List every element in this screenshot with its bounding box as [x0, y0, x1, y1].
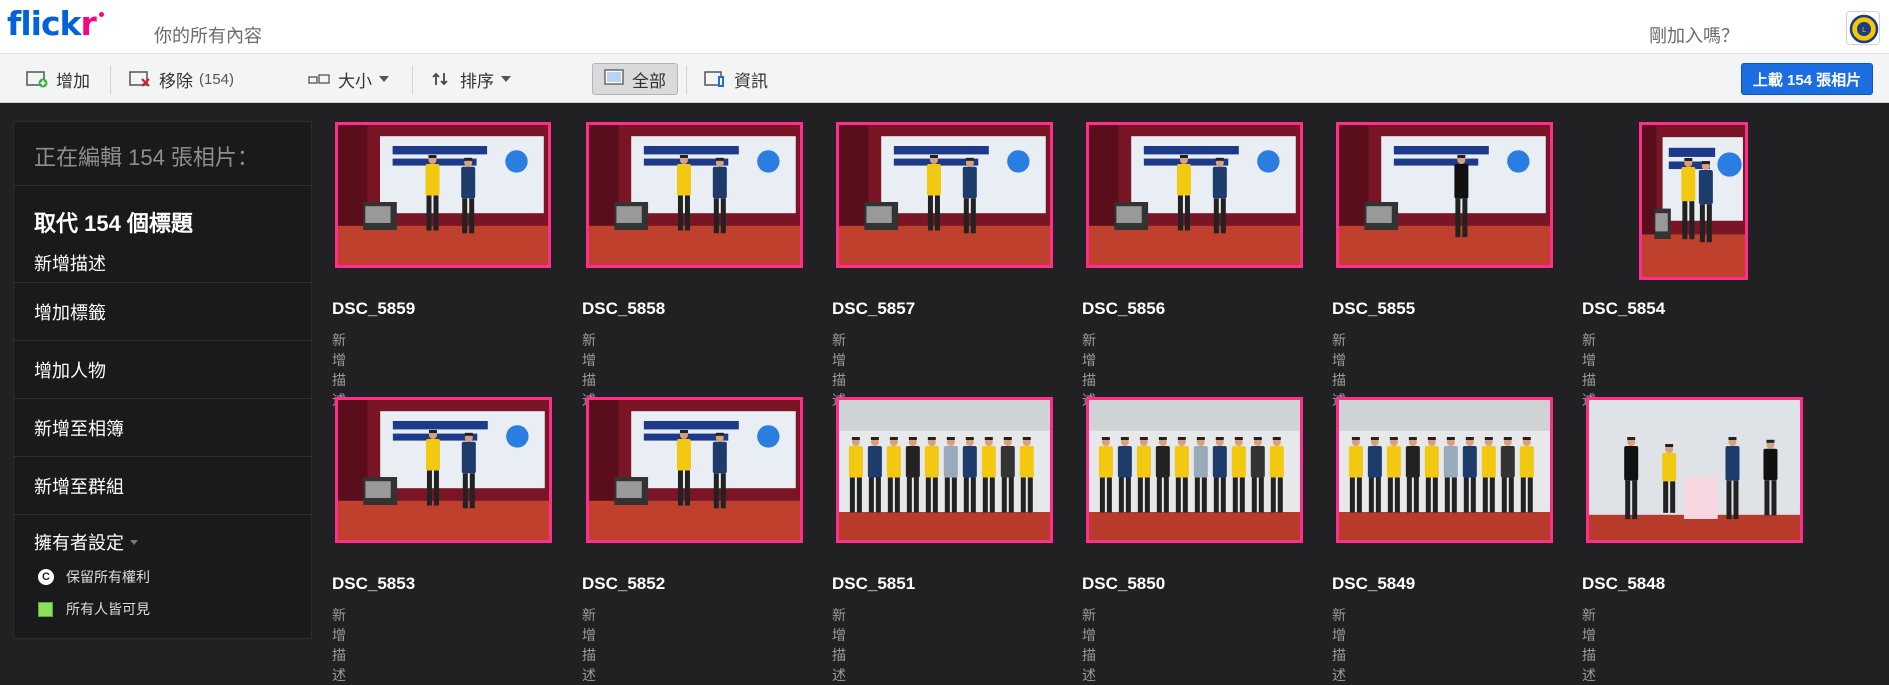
replace-title-field[interactable]: 取代 154 個標題: [34, 206, 311, 238]
photo-title[interactable]: DSC_5851: [832, 574, 915, 594]
photo-thumbnail[interactable]: [1586, 397, 1803, 543]
add-button[interactable]: 增加: [26, 64, 90, 94]
add-to-album-label: 新增至相簿: [34, 418, 124, 439]
visibility-label: 所有人皆可見: [66, 601, 150, 617]
photo-title[interactable]: DSC_5857: [832, 299, 915, 319]
photo-thumbnail[interactable]: [586, 397, 803, 543]
title-block: 取代 154 個標題 新增描述: [14, 186, 311, 283]
photo-thumbnail[interactable]: [836, 397, 1053, 543]
add-people-label: 增加人物: [34, 360, 106, 381]
copyright-icon: C: [38, 569, 54, 585]
select-all-button[interactable]: 全部: [592, 63, 678, 95]
editing-heading: 正在編輯 154 張相片：: [14, 122, 311, 186]
owner-settings-toggle[interactable]: 擁有者設定: [34, 529, 311, 555]
sort-icon: [430, 70, 452, 88]
add-tags-item[interactable]: 增加標籤: [14, 283, 311, 341]
add-tags-label: 增加標籤: [34, 302, 106, 323]
select-all-label: 全部: [632, 71, 666, 91]
photo-thumbnail[interactable]: [1086, 122, 1303, 268]
info-button[interactable]: 資訊: [704, 64, 768, 94]
add-label: 增加: [56, 71, 90, 91]
lions-club-avatar-icon: L: [1849, 14, 1879, 44]
sort-dropdown[interactable]: 排序: [430, 64, 511, 94]
add-to-group-item[interactable]: 新增至群組: [14, 457, 311, 515]
photo-thumbnail[interactable]: [836, 122, 1053, 268]
copyright-option[interactable]: C 保留所有權利: [38, 567, 311, 587]
remove-label: 移除: [159, 71, 193, 91]
add-to-album-item[interactable]: 新增至相簿: [14, 399, 311, 457]
toolbar-divider: [412, 66, 413, 94]
select-all-icon: [604, 68, 624, 90]
chevron-down-icon: [379, 76, 389, 82]
size-label: 大小: [338, 71, 372, 91]
upload-button[interactable]: 上載 154 張相片: [1741, 63, 1873, 95]
photo-title[interactable]: DSC_5858: [582, 299, 665, 319]
photo-title[interactable]: DSC_5848: [1582, 574, 1665, 594]
photo-title[interactable]: DSC_5856: [1082, 299, 1165, 319]
photo-description[interactable]: 新增描述: [332, 605, 346, 685]
remove-button[interactable]: 移除 (154): [129, 64, 234, 94]
chevron-down-icon: [501, 76, 511, 82]
photo-thumbnail[interactable]: [335, 122, 551, 268]
photo-description[interactable]: 新增描述: [582, 605, 596, 685]
add-people-item[interactable]: 增加人物: [14, 341, 311, 399]
flickr-logo[interactable]: flickr: [7, 4, 104, 43]
photo-thumbnail[interactable]: [586, 122, 803, 268]
photo-description[interactable]: 新增描述: [1082, 605, 1096, 685]
photo-description[interactable]: 新增描述: [1332, 605, 1346, 685]
photo-thumbnail[interactable]: [1639, 122, 1748, 280]
page-title[interactable]: 你的所有內容: [154, 22, 262, 48]
public-visibility-icon: [38, 601, 53, 617]
add-description-field[interactable]: 新增描述: [34, 250, 311, 276]
avatar[interactable]: L: [1846, 11, 1880, 45]
toolbar-divider: [686, 66, 687, 94]
photo-description[interactable]: 新增描述: [1582, 605, 1596, 685]
toolbar: 增加 移除 (154) 大小 排序 全部 資訊 上載 154 張相片: [0, 53, 1889, 103]
top-header: flickr 你的所有內容 剛加入嗎？ L: [0, 0, 1889, 53]
copyright-label: 保留所有權利: [66, 569, 150, 585]
info-label: 資訊: [734, 71, 768, 91]
chevron-down-icon: [130, 539, 138, 545]
photo-title[interactable]: DSC_5859: [332, 299, 415, 319]
size-dropdown[interactable]: 大小: [308, 64, 389, 94]
photo-description[interactable]: 新增描述: [832, 605, 846, 685]
svg-text:L: L: [1862, 26, 1866, 34]
visibility-option[interactable]: 所有人皆可見: [38, 599, 311, 619]
photo-thumbnail[interactable]: [1336, 122, 1553, 268]
add-to-group-label: 新增至群組: [34, 476, 124, 497]
photo-title[interactable]: DSC_5854: [1582, 299, 1665, 319]
info-icon: [704, 70, 726, 88]
remove-photo-icon: [129, 70, 151, 88]
just-joined-link[interactable]: 剛加入嗎？: [1649, 22, 1739, 48]
sort-label: 排序: [460, 71, 494, 91]
add-photo-icon: [26, 70, 48, 88]
remove-count: (154): [199, 70, 235, 88]
photo-title[interactable]: DSC_5855: [1332, 299, 1415, 319]
edit-sidebar: 正在編輯 154 張相片： 取代 154 個標題 新增描述 增加標籤 增加人物 …: [13, 121, 312, 639]
size-icon: [308, 70, 330, 88]
photo-title[interactable]: DSC_5850: [1082, 574, 1165, 594]
photo-thumbnail[interactable]: [335, 397, 552, 543]
toolbar-divider: [110, 66, 111, 94]
owner-settings: 擁有者設定 C 保留所有權利 所有人皆可見: [14, 515, 311, 619]
photo-title[interactable]: DSC_5849: [1332, 574, 1415, 594]
photo-title[interactable]: DSC_5853: [332, 574, 415, 594]
photo-title[interactable]: DSC_5852: [582, 574, 665, 594]
photo-thumbnail[interactable]: [1086, 397, 1303, 543]
photo-thumbnail[interactable]: [1336, 397, 1553, 543]
owner-settings-title: 擁有者設定: [34, 533, 124, 553]
